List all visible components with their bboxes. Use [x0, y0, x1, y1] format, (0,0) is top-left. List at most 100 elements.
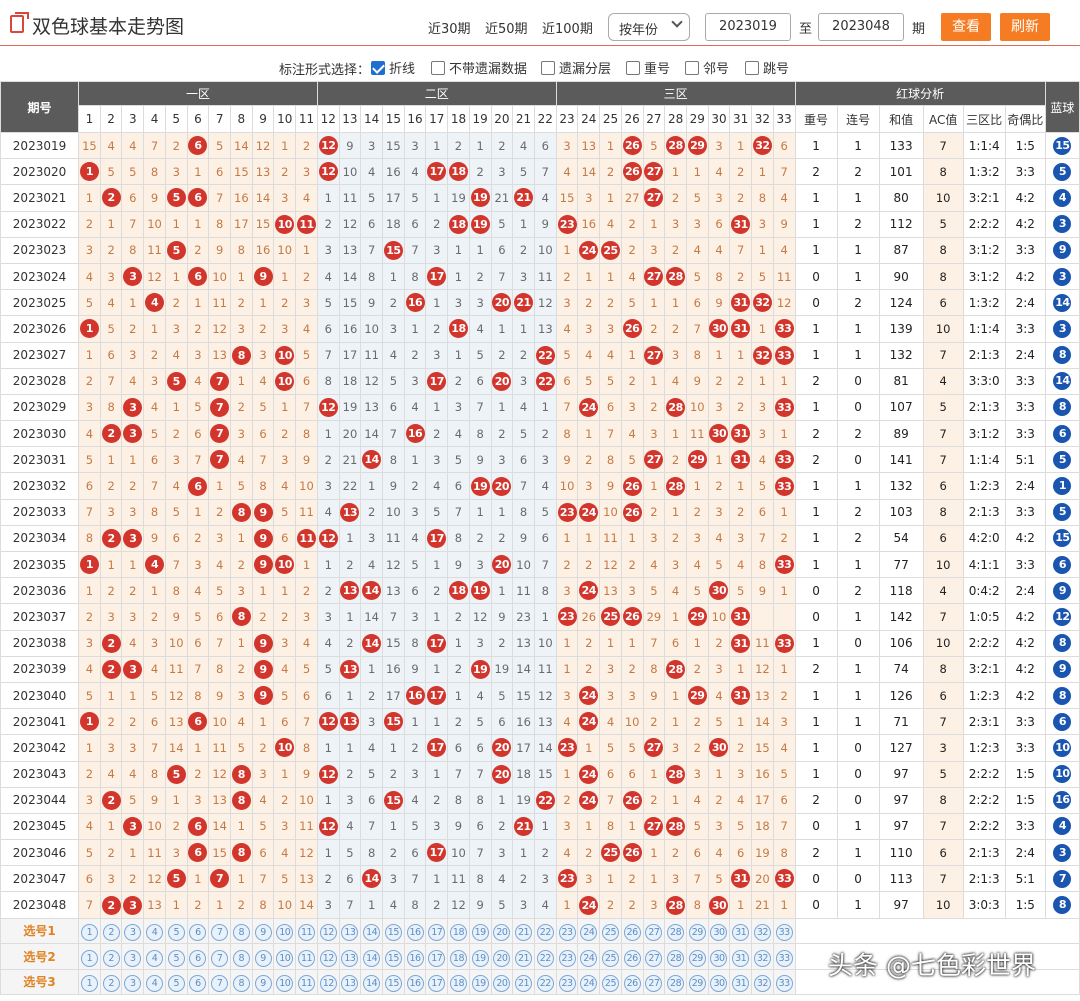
pick-ball[interactable]: 15	[384, 975, 402, 993]
pick-ball[interactable]: 5	[167, 949, 185, 967]
pick-ball[interactable]: 14	[363, 975, 381, 993]
pick-ball[interactable]: 2	[102, 975, 120, 993]
pick-ball[interactable]: 19	[471, 924, 489, 942]
pick-ball[interactable]: 15	[384, 949, 402, 967]
pick-ball[interactable]: 12	[319, 949, 337, 967]
checkbox-checked-icon[interactable]	[371, 60, 385, 75]
pick-ball[interactable]: 14	[363, 924, 381, 942]
pick-ball[interactable]: 22	[536, 924, 554, 942]
pick-ball[interactable]: 23	[558, 975, 576, 993]
pick-ball[interactable]: 24	[580, 949, 598, 967]
pick-ball[interactable]: 25	[601, 949, 619, 967]
pick-ball[interactable]: 7	[211, 924, 229, 942]
pick-ball[interactable]: 9	[254, 975, 272, 993]
pick-ball[interactable]: 14	[363, 949, 381, 967]
pick-ball[interactable]: 32	[753, 975, 771, 993]
pick-ball[interactable]: 4	[146, 924, 164, 942]
recent-50-link[interactable]: 近50期	[485, 18, 528, 37]
pick-ball[interactable]: 3	[124, 924, 142, 942]
pick-ball[interactable]: 2	[102, 924, 120, 942]
pick-ball[interactable]: 25	[601, 975, 619, 993]
pick-ball[interactable]: 13	[341, 924, 359, 942]
to-issue-input[interactable]: 2023048	[818, 13, 904, 41]
pick-ball[interactable]: 11	[297, 924, 315, 942]
pick-ball[interactable]: 12	[319, 975, 337, 993]
option-jump[interactable]: 跳号	[745, 58, 789, 77]
pick-ball[interactable]: 28	[667, 949, 685, 967]
pick-ball[interactable]: 27	[645, 975, 663, 993]
option-polyline[interactable]: 折线	[371, 58, 415, 77]
pick-ball[interactable]: 11	[297, 949, 315, 967]
pick-ball[interactable]: 5	[167, 924, 185, 942]
pick-ball[interactable]: 19	[471, 949, 489, 967]
checkbox-icon[interactable]	[431, 60, 445, 75]
pick-ball[interactable]: 29	[688, 975, 706, 993]
pick-ball[interactable]: 22	[536, 949, 554, 967]
pick-ball[interactable]: 20	[493, 924, 511, 942]
pick-ball[interactable]: 25	[601, 924, 619, 942]
pick-ball[interactable]: 32	[753, 924, 771, 942]
recent-100-link[interactable]: 近100期	[542, 18, 593, 37]
checkbox-icon[interactable]	[685, 60, 699, 75]
pick-ball[interactable]: 6	[189, 924, 207, 942]
checkbox-icon[interactable]	[745, 60, 759, 75]
pick-ball[interactable]: 6	[189, 975, 207, 993]
pick-ball[interactable]: 12	[319, 924, 337, 942]
pick-ball[interactable]: 18	[449, 924, 467, 942]
pick-ball[interactable]: 30	[710, 975, 728, 993]
pick-ball[interactable]: 31	[732, 975, 750, 993]
pick-ball[interactable]: 16	[406, 949, 424, 967]
pick-ball[interactable]: 16	[406, 924, 424, 942]
pick-ball[interactable]: 1	[80, 975, 98, 993]
option-adjacent[interactable]: 邻号	[685, 58, 729, 77]
pick-ball[interactable]: 9	[254, 924, 272, 942]
pick-ball[interactable]: 6	[189, 949, 207, 967]
pick-ball[interactable]: 29	[688, 924, 706, 942]
pick-ball[interactable]: 13	[341, 949, 359, 967]
pick-ball[interactable]: 33	[775, 949, 793, 967]
pick-ball[interactable]: 26	[623, 949, 641, 967]
pick-ball[interactable]: 5	[167, 975, 185, 993]
pick-ball[interactable]: 9	[254, 949, 272, 967]
pick-ball[interactable]: 23	[558, 924, 576, 942]
pick-ball[interactable]: 31	[732, 949, 750, 967]
pick-ball[interactable]: 1	[80, 924, 98, 942]
pick-ball[interactable]: 15	[384, 924, 402, 942]
pick-ball[interactable]: 30	[710, 949, 728, 967]
pick-ball[interactable]: 17	[428, 975, 446, 993]
pick-ball[interactable]: 7	[211, 975, 229, 993]
pick-ball[interactable]: 20	[493, 949, 511, 967]
checkbox-icon[interactable]	[541, 60, 555, 75]
pick-ball[interactable]: 8	[232, 924, 250, 942]
pick-ball[interactable]: 31	[732, 924, 750, 942]
from-issue-input[interactable]: 2023019	[705, 13, 791, 41]
view-button[interactable]: 查看	[941, 13, 991, 41]
pick-ball[interactable]: 26	[623, 975, 641, 993]
pick-ball[interactable]: 28	[667, 924, 685, 942]
pick-ball[interactable]: 4	[146, 975, 164, 993]
pick-ball[interactable]: 22	[536, 975, 554, 993]
pick-ball[interactable]: 21	[515, 949, 533, 967]
pick-ball[interactable]: 27	[645, 949, 663, 967]
pick-ball[interactable]: 17	[428, 949, 446, 967]
pick-ball[interactable]: 27	[645, 924, 663, 942]
pick-ball[interactable]: 32	[753, 949, 771, 967]
pick-ball[interactable]: 24	[580, 924, 598, 942]
option-no-missing[interactable]: 不带遗漏数据	[431, 58, 527, 77]
pick-ball[interactable]: 7	[211, 949, 229, 967]
pick-ball[interactable]: 20	[493, 975, 511, 993]
pick-ball[interactable]: 21	[515, 924, 533, 942]
refresh-button[interactable]: 刷新	[1000, 13, 1050, 41]
pick-ball[interactable]: 1	[80, 949, 98, 967]
pick-ball[interactable]: 10	[276, 975, 294, 993]
recent-30-link[interactable]: 近30期	[428, 18, 471, 37]
pick-ball[interactable]: 8	[232, 975, 250, 993]
issue-header[interactable]: 期号	[0, 81, 80, 133]
pick-ball[interactable]: 29	[688, 949, 706, 967]
year-select[interactable]: 按年份	[608, 13, 690, 41]
option-repeat[interactable]: 重号	[626, 58, 670, 77]
option-layered[interactable]: 遗漏分层	[541, 58, 611, 77]
pick-ball[interactable]: 3	[124, 975, 142, 993]
pick-ball[interactable]: 24	[580, 975, 598, 993]
pick-ball[interactable]: 28	[667, 975, 685, 993]
